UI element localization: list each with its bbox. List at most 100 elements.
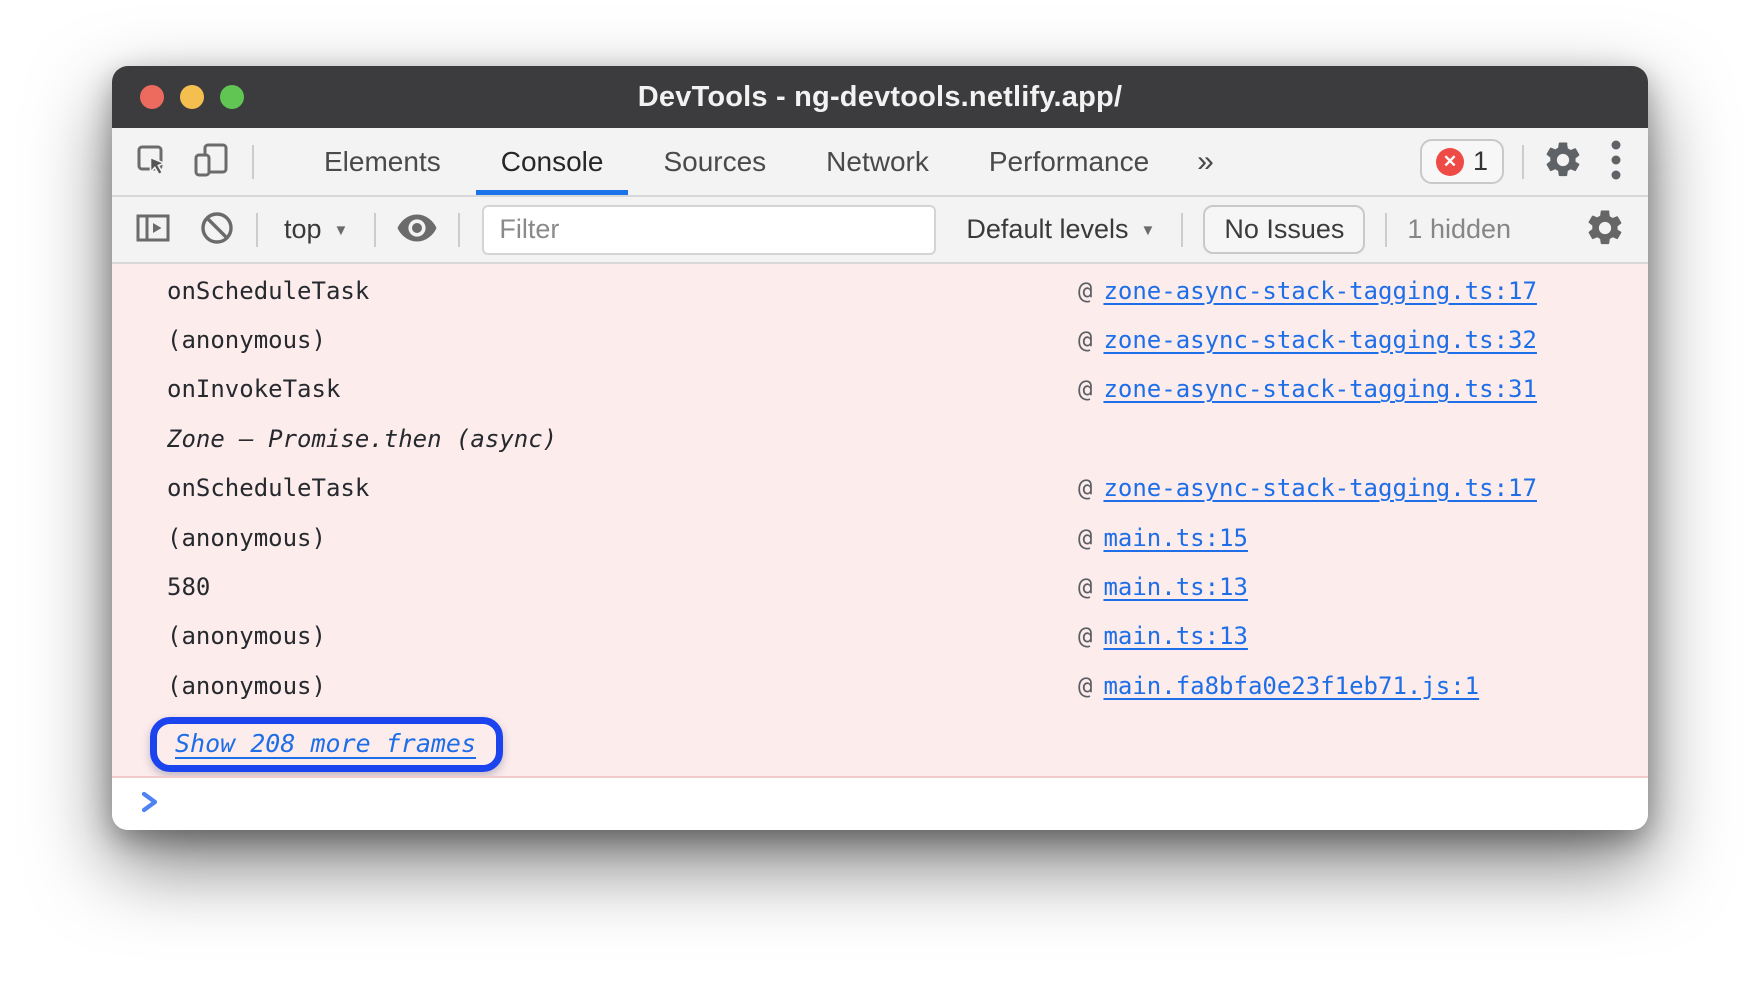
at-symbol: @ xyxy=(1078,375,1092,403)
stack-frame-location: @ zone-async-stack-tagging.ts:17 xyxy=(1078,277,1537,305)
javascript-context-selector[interactable]: top ▼ xyxy=(278,214,354,245)
hidden-messages-count: 1 hidden xyxy=(1407,214,1511,245)
tab-performance[interactable]: Performance xyxy=(959,128,1179,195)
console-sidebar-toggle-button[interactable] xyxy=(134,210,172,249)
chevron-down-icon: ▼ xyxy=(334,222,349,239)
prompt-chevron-icon xyxy=(139,789,161,820)
at-symbol: @ xyxy=(1078,524,1092,552)
stack-frame-row: (anonymous) @ main.ts:13 xyxy=(112,612,1648,661)
chevrons-right-icon: » xyxy=(1197,145,1214,179)
devtools-settings-button[interactable] xyxy=(1542,139,1584,184)
at-symbol: @ xyxy=(1078,326,1092,354)
title-bar: DevTools - ng-devtools.netlify.app/ xyxy=(112,66,1648,128)
show-more-frames-row: Show 208 more frames xyxy=(112,713,1648,777)
separator xyxy=(252,145,254,179)
console-messages: onScheduleTask @ zone-async-stack-tagging.… xyxy=(112,264,1648,778)
devtools-tab-bar: ElementsConsoleSourcesNetworkPerformance… xyxy=(112,128,1648,197)
stack-frame-function: onInvokeTask xyxy=(112,375,340,403)
async-boundary-label: Zone — Promise.then (async) xyxy=(112,425,557,453)
log-levels-dropdown[interactable]: Default levels ▼ xyxy=(960,214,1161,245)
stack-frame-location: @ zone-async-stack-tagging.ts:31 xyxy=(1078,375,1537,403)
devtools-window: DevTools - ng-devtools.netlify.app/ Elem… xyxy=(112,66,1648,830)
stack-frame-function: onScheduleTask xyxy=(112,277,369,305)
separator xyxy=(1385,213,1387,247)
separator xyxy=(458,213,460,247)
stack-frame-row: (anonymous) @ zone-async-stack-tagging.ts:… xyxy=(112,315,1648,364)
filter-input[interactable] xyxy=(482,205,936,255)
stack-frame-row: 580 @ main.ts:13 xyxy=(112,562,1648,611)
minimize-window-button[interactable] xyxy=(180,85,204,109)
tab-network[interactable]: Network xyxy=(796,128,959,195)
ban-circle-icon xyxy=(198,209,236,250)
gear-icon xyxy=(1584,207,1626,252)
error-count-badge[interactable]: ✕ 1 xyxy=(1420,139,1504,184)
stack-frame-row: onScheduleTask @ zone-async-stack-tagging.… xyxy=(112,266,1648,315)
stack-frame-function: 580 xyxy=(112,573,210,601)
at-symbol: @ xyxy=(1078,672,1092,700)
stack-frame-function: onScheduleTask xyxy=(112,474,369,502)
device-toolbar-icon xyxy=(192,142,232,181)
traffic-lights xyxy=(140,66,244,128)
at-symbol: @ xyxy=(1078,277,1092,305)
no-issues-button[interactable]: No Issues xyxy=(1203,205,1365,254)
zoom-window-button[interactable] xyxy=(220,85,244,109)
create-live-expression-button[interactable] xyxy=(396,213,438,246)
inspect-cursor-icon xyxy=(134,142,170,181)
stack-frame-location: @ main.ts:13 xyxy=(1078,622,1248,650)
stack-frame-location: @ main.fa8bfa0e23f1eb71.js:1 xyxy=(1078,672,1479,700)
source-location-link[interactable]: main.ts:13 xyxy=(1103,573,1248,601)
device-toolbar-button[interactable] xyxy=(192,142,232,181)
separator xyxy=(1522,145,1524,179)
gear-icon xyxy=(1542,139,1584,184)
stack-frame-row: onInvokeTask @ zone-async-stack-tagging.ts… xyxy=(112,365,1648,414)
stack-frame-row: (anonymous) @ main.fa8bfa0e23f1eb71.js:1 xyxy=(112,661,1648,710)
source-location-link[interactable]: zone-async-stack-tagging.ts:32 xyxy=(1103,326,1536,354)
more-tabs-button[interactable]: » xyxy=(1179,145,1232,179)
levels-label: Default levels xyxy=(966,214,1128,245)
eye-icon xyxy=(396,213,438,246)
tab-console[interactable]: Console xyxy=(471,128,634,195)
show-more-frames-link[interactable]: Show 208 more frames xyxy=(175,729,476,758)
stack-frame-location: @ main.ts:15 xyxy=(1078,524,1248,552)
stack-frame-function: (anonymous) xyxy=(112,672,326,700)
window-title: DevTools - ng-devtools.netlify.app/ xyxy=(638,81,1122,114)
console-settings-button[interactable] xyxy=(1584,207,1626,252)
chevron-down-icon: ▼ xyxy=(1141,222,1156,239)
inspect-element-button[interactable] xyxy=(134,142,170,181)
stack-frame-function: (anonymous) xyxy=(112,524,326,552)
tab-list: ElementsConsoleSourcesNetworkPerformance xyxy=(294,128,1179,195)
sidebar-panel-play-icon xyxy=(134,210,172,249)
stack-frame-location: @ zone-async-stack-tagging.ts:17 xyxy=(1078,474,1537,502)
three-dots-vertical-icon xyxy=(1610,138,1622,185)
at-symbol: @ xyxy=(1078,622,1092,650)
tab-sources[interactable]: Sources xyxy=(633,128,796,195)
tab-bar-right-group: ✕ 1 xyxy=(1420,138,1622,185)
stack-frame-location: @ zone-async-stack-tagging.ts:32 xyxy=(1078,326,1537,354)
source-location-link[interactable]: main.fa8bfa0e23f1eb71.js:1 xyxy=(1103,672,1479,700)
console-toolbar: top ▼ Default levels ▼ No Issues 1 hidde… xyxy=(112,197,1648,264)
main-menu-button[interactable] xyxy=(1610,138,1622,185)
stack-frame-row: (anonymous) @ main.ts:15 xyxy=(112,513,1648,562)
stack-frame-location: @ main.ts:13 xyxy=(1078,573,1248,601)
source-location-link[interactable]: main.ts:13 xyxy=(1103,622,1248,650)
stack-frame-function: (anonymous) xyxy=(112,326,326,354)
clear-console-button[interactable] xyxy=(198,209,236,250)
stack-frame-function: (anonymous) xyxy=(112,622,326,650)
error-count: 1 xyxy=(1473,146,1488,177)
at-symbol: @ xyxy=(1078,573,1092,601)
async-boundary-row: Zone — Promise.then (async) xyxy=(112,414,1648,463)
annotation-highlight-ring: Show 208 more frames xyxy=(150,717,503,772)
at-symbol: @ xyxy=(1078,474,1092,502)
tab-elements[interactable]: Elements xyxy=(294,128,471,195)
source-location-link[interactable]: zone-async-stack-tagging.ts:17 xyxy=(1103,474,1536,502)
console-prompt[interactable] xyxy=(112,778,1648,830)
separator xyxy=(374,213,376,247)
error-circle-icon: ✕ xyxy=(1436,148,1464,176)
source-location-link[interactable]: zone-async-stack-tagging.ts:17 xyxy=(1103,277,1536,305)
source-location-link[interactable]: main.ts:15 xyxy=(1103,524,1248,552)
separator xyxy=(256,213,258,247)
context-label: top xyxy=(284,214,322,245)
close-window-button[interactable] xyxy=(140,85,164,109)
source-location-link[interactable]: zone-async-stack-tagging.ts:31 xyxy=(1103,375,1536,403)
separator xyxy=(1181,213,1183,247)
